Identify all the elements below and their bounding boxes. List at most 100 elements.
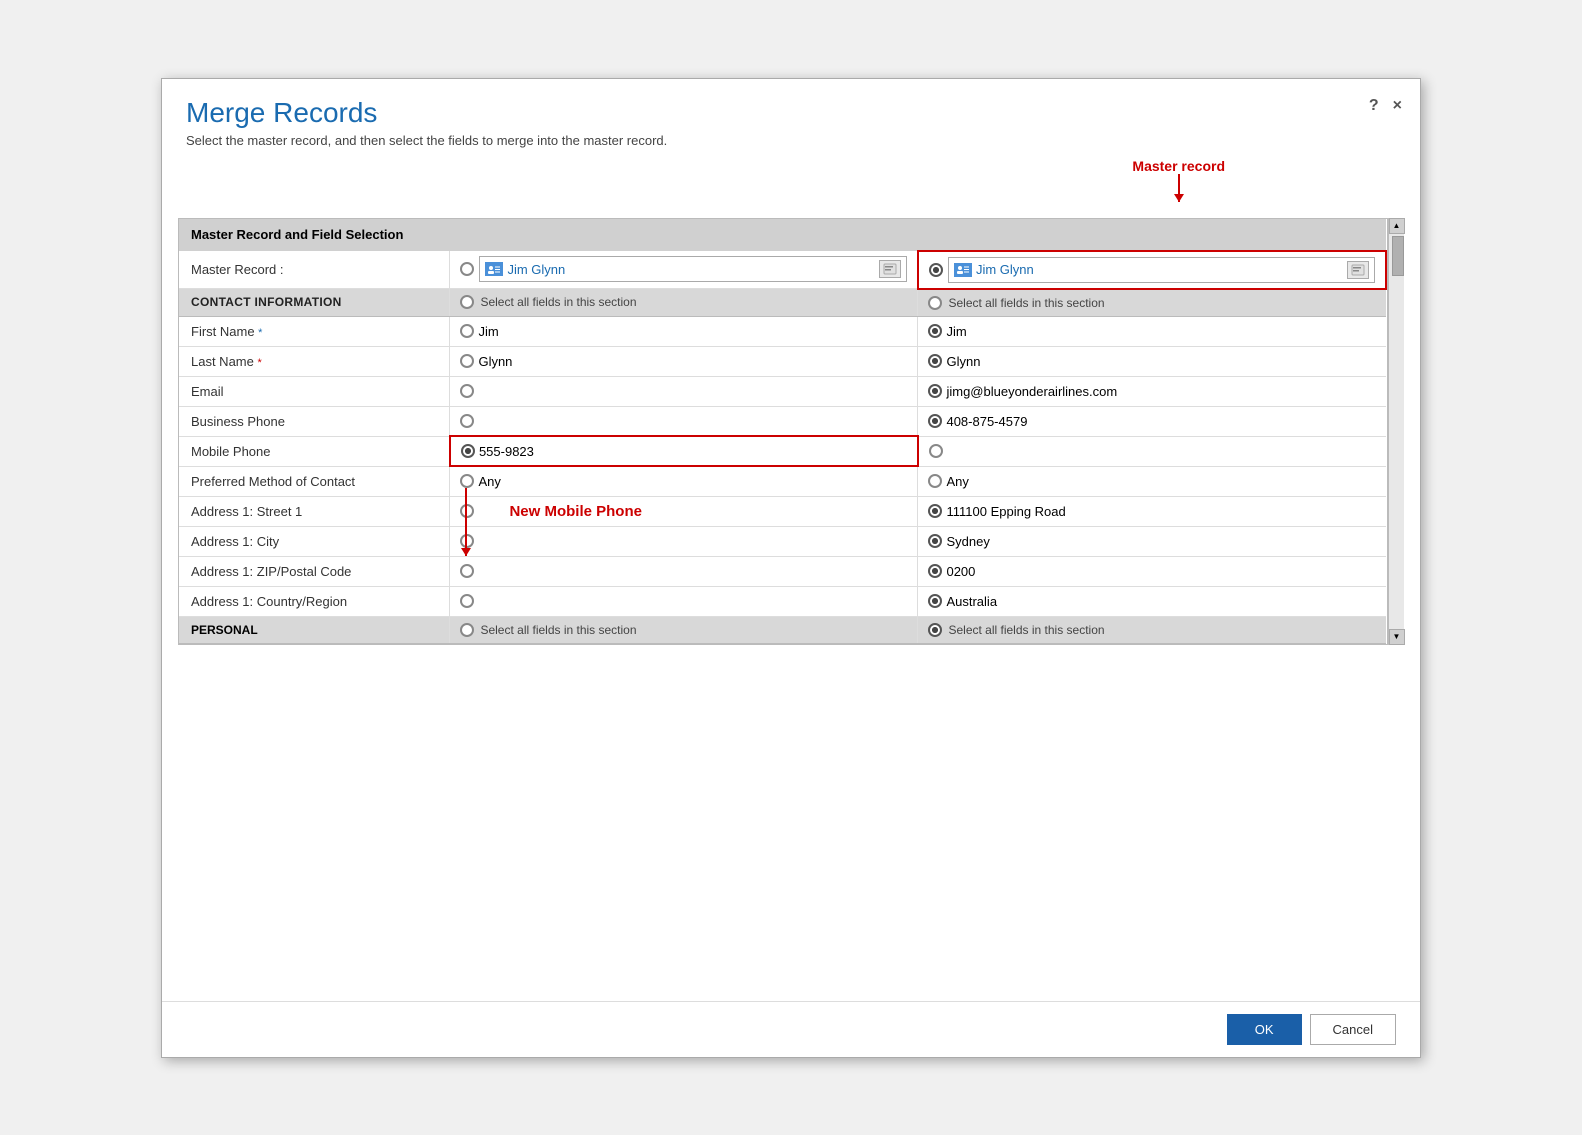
address1-street-right-value: 111100 Epping Road xyxy=(946,504,1065,519)
businessphone-right-radio[interactable] xyxy=(928,414,942,428)
personal-section-row: PERSONAL Select all fields in this secti… xyxy=(179,616,1386,643)
address1-street-left: New Mobile Phone xyxy=(450,496,918,526)
address1-city-right-radio[interactable] xyxy=(928,534,942,548)
mobilephone-right-radio[interactable] xyxy=(929,444,943,458)
personal-select-left-cell: Select all fields in this section xyxy=(450,616,918,643)
contact-info-select-left[interactable]: Select all fields in this section xyxy=(460,295,907,309)
master-record-right-name: Jim Glynn xyxy=(976,262,1343,277)
contact-icon-right xyxy=(954,263,972,277)
lastname-left: Glynn xyxy=(450,346,918,376)
lastname-right: Glynn xyxy=(918,346,1386,376)
lastname-right-value: Glynn xyxy=(946,354,980,369)
master-record-left-name: Jim Glynn xyxy=(507,262,875,277)
address1-city-right-value: Sydney xyxy=(946,534,989,549)
mobilephone-right xyxy=(918,436,1386,466)
address1-city-label: Address 1: City xyxy=(179,526,450,556)
contact-info-section-row: CONTACT INFORMATION Select all fields in… xyxy=(179,289,1386,317)
field-row-address1-country: Address 1: Country/Region xyxy=(179,586,1386,616)
merge-table-container: Master Record and Field Selection Master… xyxy=(178,218,1388,645)
preferredcontact-right-radio[interactable] xyxy=(928,474,942,488)
address1-zip-left xyxy=(450,556,918,586)
field-row-lastname: Last Name * Glynn xyxy=(179,346,1386,376)
personal-select-right[interactable]: Select all fields in this section xyxy=(928,623,1376,637)
firstname-right: Jim xyxy=(918,316,1386,346)
field-row-email: Email ji xyxy=(179,376,1386,406)
contact-info-label: CONTACT INFORMATION xyxy=(179,289,450,317)
address1-street-label: Address 1: Street 1 xyxy=(179,496,450,526)
contact-info-select-right[interactable]: Select all fields in this section xyxy=(928,296,1376,310)
address1-zip-label: Address 1: ZIP/Postal Code xyxy=(179,556,450,586)
master-record-field-label: Master Record : xyxy=(179,251,450,289)
table-section-header: Master Record and Field Selection xyxy=(179,219,1386,251)
address1-street-left-radio[interactable] xyxy=(460,504,474,518)
close-icon[interactable]: × xyxy=(1393,97,1402,115)
businessphone-left xyxy=(450,406,918,436)
preferredcontact-left-radio[interactable] xyxy=(460,474,474,488)
mobile-annotation-line xyxy=(465,488,467,556)
scrollbar[interactable]: ▲ ▼ xyxy=(1388,218,1404,645)
email-right-radio[interactable] xyxy=(928,384,942,398)
mobilephone-left: 555-9823 xyxy=(450,436,918,466)
email-right: jimg@blueyonderairlines.com xyxy=(918,376,1386,406)
mobilephone-left-radio[interactable] xyxy=(461,444,475,458)
lastname-label: Last Name * xyxy=(179,346,450,376)
preferredcontact-right: Any xyxy=(918,466,1386,496)
address1-street-right-radio[interactable] xyxy=(928,504,942,518)
email-label: Email xyxy=(179,376,450,406)
address1-country-right-radio[interactable] xyxy=(928,594,942,608)
scrollbar-up-btn[interactable]: ▲ xyxy=(1389,218,1405,234)
firstname-left-radio[interactable] xyxy=(460,324,474,338)
master-record-left-lookup[interactable] xyxy=(879,260,901,278)
address1-country-label: Address 1: Country/Region xyxy=(179,586,450,616)
lastname-right-radio[interactable] xyxy=(928,354,942,368)
mobilephone-label: Mobile Phone xyxy=(179,436,450,466)
master-record-right-radio[interactable] xyxy=(929,263,943,277)
new-mobile-phone-label: New Mobile Phone xyxy=(509,503,642,520)
address1-city-left-radio[interactable] xyxy=(460,534,474,548)
merge-records-dialog: Merge Records Select the master record, … xyxy=(161,78,1421,1058)
scrollbar-down-btn[interactable]: ▼ xyxy=(1389,629,1405,645)
lastname-required: * xyxy=(257,357,261,369)
address1-city-right: Sydney xyxy=(918,526,1386,556)
mobilephone-left-value: 555-9823 xyxy=(479,444,534,459)
select-all-left-label: Select all fields in this section xyxy=(480,295,636,309)
preferredcontact-label: Preferred Method of Contact xyxy=(179,466,450,496)
field-row-businessphone: Business Phone xyxy=(179,406,1386,436)
preferredcontact-left: Any xyxy=(450,466,918,496)
address1-country-right: Australia xyxy=(918,586,1386,616)
personal-select-right-label: Select all fields in this section xyxy=(948,623,1104,637)
master-record-annotation: Master record xyxy=(1132,158,1225,202)
address1-country-right-value: Australia xyxy=(946,594,997,609)
help-icon[interactable]: ? xyxy=(1369,97,1379,115)
master-record-right-input[interactable]: Jim Glynn xyxy=(948,257,1375,283)
firstname-left: Jim xyxy=(450,316,918,346)
firstname-right-radio[interactable] xyxy=(928,324,942,338)
firstname-right-value: Jim xyxy=(946,324,966,339)
email-left-radio[interactable] xyxy=(460,384,474,398)
dialog-header: Merge Records Select the master record, … xyxy=(162,79,1420,158)
personal-select-left[interactable]: Select all fields in this section xyxy=(460,623,907,637)
scrollbar-thumb[interactable] xyxy=(1392,236,1404,276)
contact-info-select-right-cell: Select all fields in this section xyxy=(918,289,1386,317)
personal-section-label: PERSONAL xyxy=(179,616,450,643)
lastname-left-value: Glynn xyxy=(478,354,512,369)
address1-country-left-radio[interactable] xyxy=(460,594,474,608)
cancel-button[interactable]: Cancel xyxy=(1310,1014,1396,1045)
lastname-left-radio[interactable] xyxy=(460,354,474,368)
address1-zip-right-radio[interactable] xyxy=(928,564,942,578)
field-row-mobilephone: Mobile Phone 555-9823 xyxy=(179,436,1386,466)
firstname-label: First Name * xyxy=(179,316,450,346)
master-record-left-input[interactable]: Jim Glynn xyxy=(479,256,907,282)
field-row-address1-street: Address 1: Street 1 New Mobile Phone xyxy=(179,496,1386,526)
merge-table: Master Record and Field Selection Master… xyxy=(179,219,1387,644)
address1-zip-left-radio[interactable] xyxy=(460,564,474,578)
address1-zip-right-value: 0200 xyxy=(946,564,975,579)
master-record-left-radio[interactable] xyxy=(460,262,474,276)
scrollbar-track-area xyxy=(1390,234,1404,629)
businessphone-left-radio[interactable] xyxy=(460,414,474,428)
firstname-required: * xyxy=(258,327,262,339)
businessphone-label: Business Phone xyxy=(179,406,450,436)
ok-button[interactable]: OK xyxy=(1227,1014,1302,1045)
field-row-address1-zip: Address 1: ZIP/Postal Code xyxy=(179,556,1386,586)
master-record-right-lookup[interactable] xyxy=(1347,261,1369,279)
